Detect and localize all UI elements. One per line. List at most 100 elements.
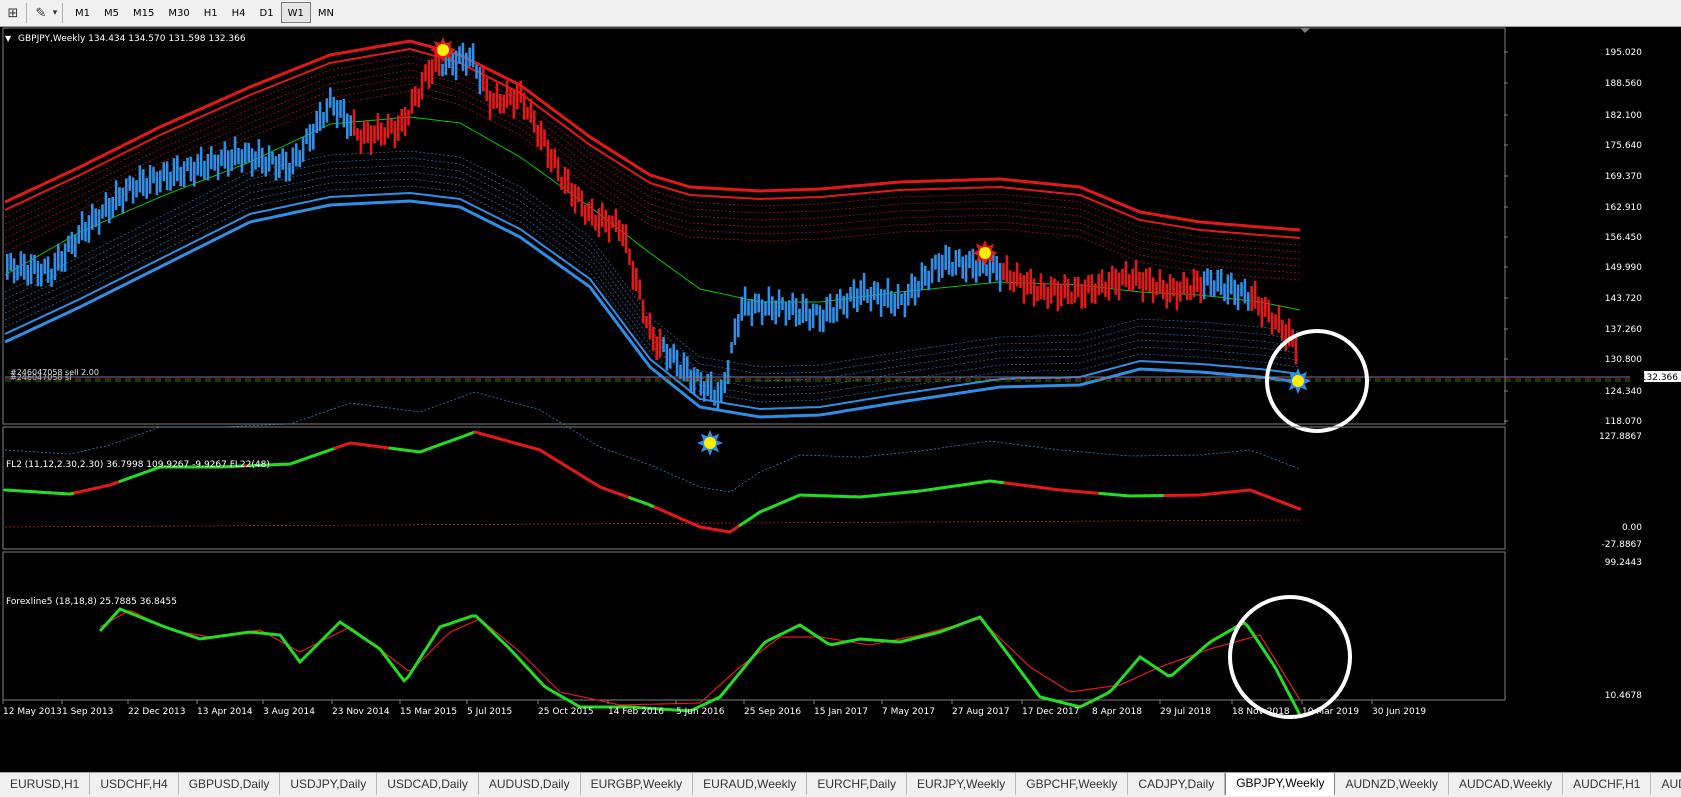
- price-bar: [380, 122, 383, 146]
- price-bar: [417, 88, 420, 108]
- price-bar: [1172, 278, 1175, 297]
- price-bar: [1077, 276, 1080, 298]
- chart-tab[interactable]: EURJPY,Weekly: [907, 773, 1017, 795]
- chart-tab[interactable]: GBPCHF,Weekly: [1016, 773, 1129, 795]
- price-bar: [465, 52, 468, 76]
- timeframe-button-m1[interactable]: M1: [68, 2, 97, 23]
- price-bar: [910, 273, 913, 299]
- price-bar: [573, 184, 577, 214]
- price-bar: [142, 169, 145, 196]
- price-bar: [196, 154, 199, 176]
- timeframe-button-m30[interactable]: M30: [161, 2, 196, 23]
- chart-tab[interactable]: USDCHF,H4: [90, 773, 179, 795]
- main-panel-header: GBPJPY,Weekly 134.434 134.570 131.598 13…: [18, 34, 246, 44]
- price-bar: [927, 270, 930, 291]
- price-bar: [400, 109, 403, 132]
- price-bar: [97, 209, 101, 235]
- timeframe-button-d1[interactable]: D1: [253, 2, 281, 23]
- price-bar: [485, 78, 488, 102]
- forexline-signal-line: [99, 610, 1301, 706]
- price-bar: [1284, 324, 1287, 351]
- price-bar: [475, 64, 478, 79]
- price-bar: [125, 178, 128, 202]
- signal-star-core: [979, 247, 991, 259]
- date-label: 29 Jul 2018: [1160, 707, 1211, 717]
- date-label: 10 Mar 2019: [1302, 707, 1359, 717]
- chart-tab[interactable]: USDCAD,Daily: [377, 773, 479, 795]
- price-bar: [1128, 274, 1131, 291]
- signal-star-core: [1292, 375, 1304, 387]
- date-label: 25 Oct 2015: [538, 707, 594, 717]
- price-bar: [917, 280, 920, 298]
- price-scale-label: 143.720: [1605, 294, 1642, 304]
- price-bar: [182, 161, 186, 187]
- price-bar: [53, 252, 57, 280]
- crosshair-icon[interactable]: ⊞: [4, 4, 22, 22]
- upper-band-dotted: [4, 83, 1301, 274]
- price-bar: [478, 67, 482, 95]
- chart-tab[interactable]: GBPJPY,Weekly: [1225, 773, 1336, 796]
- date-label: 27 Aug 2017: [952, 707, 1010, 717]
- chart-tab[interactable]: EURCHF,Daily: [807, 773, 907, 795]
- chart-tab[interactable]: CADJPY,Daily: [1128, 773, 1226, 795]
- price-bar: [424, 64, 427, 82]
- price-bar: [1182, 271, 1185, 294]
- price-bar: [159, 170, 162, 193]
- price-bar: [91, 203, 94, 230]
- timeframe-button-m5[interactable]: M5: [97, 2, 126, 23]
- timeframe-button-mn[interactable]: MN: [311, 2, 341, 23]
- timeframe-button-h1[interactable]: H1: [197, 2, 225, 23]
- chart-tab[interactable]: GBPUSD,Daily: [179, 773, 281, 795]
- timeframe-button-w1[interactable]: W1: [280, 2, 311, 23]
- collapse-arrow-icon[interactable]: ▼: [5, 34, 12, 43]
- chart-tab[interactable]: EURAUD,Weekly: [693, 773, 808, 795]
- timeframe-button-m15[interactable]: M15: [126, 2, 161, 23]
- price-bar: [852, 279, 856, 309]
- price-bar: [57, 243, 60, 271]
- chart-canvas[interactable]: 195.020 188.560 182.100 175.640 169.370 162.9…: [0, 27, 1681, 772]
- price-bar: [1226, 274, 1230, 305]
- price-bar: [774, 300, 777, 325]
- price-bar: [46, 256, 50, 283]
- price-scale-label: 182.100: [1605, 111, 1642, 121]
- chart-tab[interactable]: USDJPY,Daily: [280, 773, 378, 795]
- price-bar: [815, 304, 818, 316]
- price-bar: [941, 254, 944, 278]
- price-bar: [522, 92, 526, 120]
- chart-tab[interactable]: EURGBP,Weekly: [581, 773, 694, 795]
- price-bar: [94, 208, 97, 227]
- chart-tab[interactable]: AUDCAD,Weekly: [1449, 773, 1564, 795]
- forexline-indicator-panel[interactable]: 99.2443 10.4678: [2, 551, 1642, 719]
- price-bar: [414, 86, 417, 106]
- price-bar: [1230, 272, 1233, 295]
- price-bar: [913, 276, 917, 306]
- price-bar: [216, 154, 220, 181]
- price-bar: [169, 171, 172, 191]
- price-bar: [274, 156, 278, 181]
- chart-tab[interactable]: AUDUSD,Daily: [479, 773, 581, 795]
- price-bar: [172, 158, 176, 186]
- price-bar: [713, 389, 716, 406]
- date-label: 5 Jul 2015: [467, 707, 512, 717]
- chart-area[interactable]: 195.020 188.560 182.100 175.640 169.370 162.9…: [0, 27, 1681, 772]
- chart-tab[interactable]: AUDCHF,H1: [1563, 773, 1652, 795]
- price-bar: [40, 263, 43, 287]
- price-bar: [747, 300, 750, 316]
- timeframe-button-h4[interactable]: H4: [225, 2, 253, 23]
- chart-tab[interactable]: EURUSD,H1: [0, 773, 91, 795]
- date-label: 3 Aug 2014: [263, 707, 315, 717]
- order-label-sl[interactable]: #246047058 sl: [10, 373, 71, 382]
- price-bar: [16, 265, 19, 281]
- chart-tab[interactable]: AUDJPY,D: [1651, 773, 1681, 795]
- fl2-upper-dotted: [4, 391, 1301, 493]
- price-scale-label: 137.260: [1605, 325, 1642, 335]
- price-bar: [1165, 283, 1168, 309]
- main-price-panel[interactable]: 195.020 188.560 182.100 175.640 169.370 162.9…: [2, 27, 1681, 456]
- price-bar: [176, 155, 179, 182]
- price-bar: [325, 98, 329, 123]
- price-bar: [893, 293, 896, 317]
- chart-tab[interactable]: AUDNZD,Weekly: [1335, 773, 1449, 795]
- price-bar: [1104, 281, 1107, 297]
- price-bar: [601, 202, 604, 228]
- price-bar: [743, 286, 747, 316]
